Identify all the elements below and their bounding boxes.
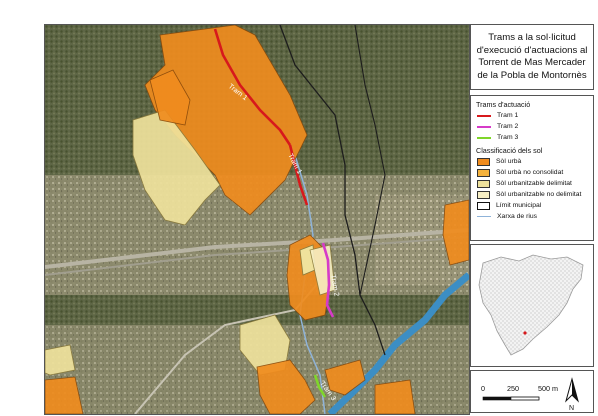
legend-item-municipal-limit: Límit municipal [476,200,589,211]
red-line-swatch-icon [477,114,491,117]
map-canvas: Tram 1 Tram 1 Tram 2 Tram 3 [45,25,469,414]
legend-item-urban-unconsolidated: Sòl urbà no consolidat [476,167,589,178]
legend-classes-title: Classificació dels sol [476,146,543,155]
magenta-line-swatch-icon [477,125,491,128]
green-line-swatch-icon [477,136,491,139]
legend-item-tram-1: Tram 1 [476,110,589,121]
legend-item-label: Límit municipal [496,202,542,209]
scale-bar-segment [483,397,511,400]
map-title-line: Torrent de Mas Mercader [478,57,586,68]
map-view[interactable]: Tram 1 Tram 1 Tram 2 Tram 3 [44,24,470,415]
delimited-urbanizable-area-west [45,344,76,376]
catalonia-outline-icon [478,254,584,356]
legend-item-label: Sòl urbà [496,158,522,165]
yellow-fill-swatch-icon [477,179,490,188]
location-marker-icon [523,331,527,335]
map-title-line: de la Pobla de Montornès [477,69,587,81]
map-title: Trams a la sol·licitud d'execució d'actu… [477,32,588,82]
catalonia-map-shape [478,254,584,356]
legend-item-label: Sòl urbà no consolidat [496,169,564,176]
legend-item-label: Sòl urbanitzable no delimitat [496,191,582,198]
legend-item-label: Tram 1 [497,112,519,119]
orange-fill-swatch-icon [477,157,490,166]
north-arrow-icon [565,377,579,403]
light-orange-fill-swatch-icon [477,168,490,177]
pale-yellow-fill-swatch-icon [477,190,490,199]
river-line-swatch-icon [477,216,491,217]
legend-item-rivers: Xarxa de rius [476,211,589,222]
scale-bar: N [482,377,579,412]
legend-item-label: Xarxa de rius [497,213,538,220]
legend-trams-title: Trams d'actuació [476,100,531,109]
legend-item-label: Sòl urbanitzable delimitat [496,180,572,187]
legend-item-label: Tram 3 [497,134,519,141]
legend-item-urban-soil: Sòl urbà [476,156,589,167]
map-title-line: d'execució d'actuacions al [476,44,588,56]
legend-panel: Trams d'actuació Tram 1 Tram 2 Tram 3 Cl… [470,95,594,241]
map-title-line: Trams a la sol·licitud [488,32,576,43]
scale-bar-segment [510,396,540,401]
locator-map [470,244,594,367]
legend-item-urbanizable-delimited: Sòl urbanitzable delimitat [476,178,589,189]
legend-item-label: Tram 2 [497,123,519,130]
legend-item-urbanizable-undelimited: Sòl urbanitzable no delimitat [476,189,589,200]
legend-item-tram-3: Tram 3 [476,132,589,143]
map-title-box: Trams a la sol·licitud d'execució d'actu… [470,24,594,90]
outline-swatch-icon [477,201,490,210]
legend-item-tram-2: Tram 2 [476,121,589,132]
urban-soil-area-east [374,379,416,414]
scale-and-north-panel: 0 250 500 m N [470,370,594,413]
north-label: N [569,405,574,412]
